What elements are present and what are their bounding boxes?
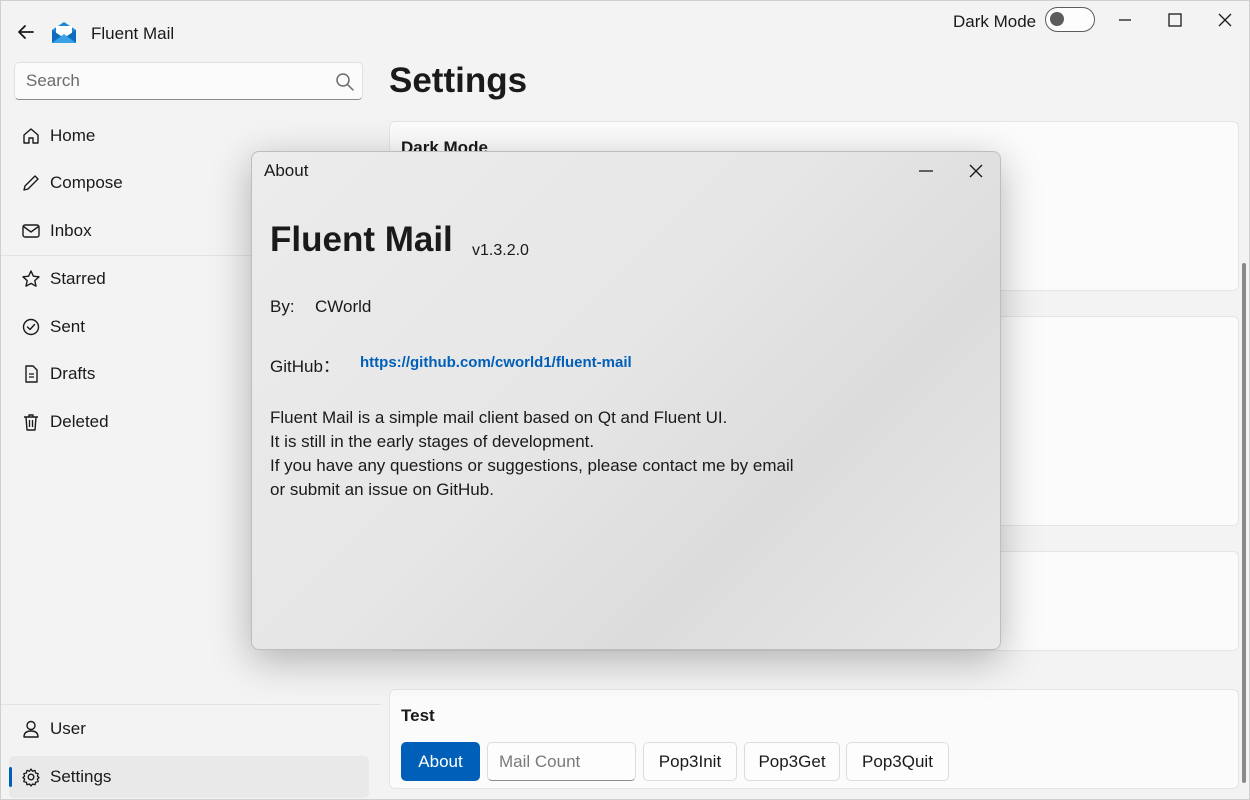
description-line: Fluent Mail is a simple mail client base… [270, 408, 728, 427]
arrow-left-icon [18, 25, 34, 39]
check-circle-icon [22, 318, 40, 336]
minimize-icon [919, 170, 933, 172]
sidebar-item-user[interactable]: User [9, 708, 369, 750]
dark-mode-toggle[interactable] [1045, 7, 1095, 32]
home-icon [23, 128, 39, 144]
description-line: If you have any questions or suggestions… [270, 456, 794, 475]
maximize-icon [1168, 13, 1182, 27]
dialog-title: About [264, 161, 309, 180]
sidebar-item-label: Inbox [50, 221, 92, 240]
search-icon[interactable] [334, 71, 356, 93]
sidebar-item-label: Sent [50, 317, 85, 336]
about-description: Fluent Mail is a simple mail client base… [270, 406, 794, 502]
pop3get-button[interactable]: Pop3Get [744, 742, 840, 781]
author-name: CWorld [315, 297, 372, 316]
close-icon [1218, 13, 1232, 27]
github-link[interactable]: https://github.com/cworld1/fluent-mail [360, 354, 632, 371]
document-icon [25, 365, 38, 383]
search-input[interactable] [26, 71, 326, 91]
sidebar-item-label: Compose [50, 173, 123, 192]
pop3quit-button[interactable]: Pop3Quit [846, 742, 949, 781]
trash-icon [24, 414, 38, 431]
sidebar-footer-divider [1, 704, 381, 705]
maximize-button[interactable] [1153, 5, 1197, 35]
pencil-icon [23, 175, 39, 191]
dark-mode-label: Dark Mode [953, 12, 1037, 31]
app-title: Fluent Mail [91, 24, 175, 43]
scrollbar[interactable] [1242, 263, 1246, 783]
close-icon [969, 164, 983, 178]
gear-icon [22, 768, 40, 787]
app-logo-icon [52, 22, 76, 43]
app-window: Fluent Mail Dark Mode Home Compose Inbox [0, 0, 1250, 800]
about-app-name: Fluent Mail [270, 220, 453, 259]
page-title: Settings [389, 61, 528, 100]
sidebar-item-label: Drafts [50, 364, 96, 383]
star-icon [22, 270, 40, 287]
mail-icon [22, 224, 40, 238]
back-button[interactable] [11, 17, 41, 47]
close-button[interactable] [1203, 5, 1247, 35]
card-title: Test [401, 706, 435, 725]
about-dialog: About Fluent Mail v1.3.2.0 By: CWorld Gi… [251, 151, 1001, 650]
search-box[interactable] [14, 62, 363, 100]
sidebar-item-settings[interactable]: Settings [9, 756, 369, 798]
minimize-icon [1119, 19, 1131, 21]
about-version: v1.3.2.0 [472, 242, 529, 259]
toggle-knob [1050, 12, 1064, 26]
dialog-minimize-button[interactable] [906, 156, 946, 186]
sidebar-item-label: User [50, 719, 86, 738]
sidebar-item-label: Home [50, 126, 96, 145]
mail-count-field[interactable] [487, 742, 636, 781]
sidebar-item-label: Starred [50, 269, 106, 288]
mail-count-input[interactable] [499, 752, 629, 772]
by-label: By: [270, 297, 295, 316]
description-line: or submit an issue on GitHub. [270, 480, 494, 499]
about-button[interactable]: About [401, 742, 480, 781]
pop3init-button[interactable]: Pop3Init [643, 742, 737, 781]
sidebar-item-label: Deleted [50, 412, 109, 431]
sidebar-item-label: Settings [50, 767, 112, 786]
dialog-close-button[interactable] [956, 156, 996, 186]
minimize-button[interactable] [1103, 5, 1147, 35]
title-bar: Fluent Mail Dark Mode [1, 1, 1249, 51]
description-line: It is still in the early stages of devel… [270, 432, 595, 451]
user-icon [23, 720, 39, 738]
github-label: GitHub： [270, 357, 340, 376]
